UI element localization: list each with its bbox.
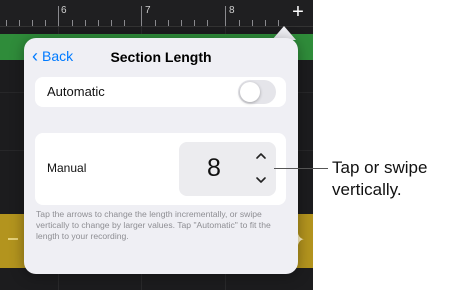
popover-title: Section Length	[110, 49, 212, 65]
automatic-row: Automatic	[35, 77, 286, 107]
ruler-tick	[252, 20, 253, 26]
length-value[interactable]: 8	[207, 154, 221, 183]
section-length-popover: ‹ Back Section Length Automatic Manual 8…	[24, 38, 298, 274]
ruler-number: 7	[145, 5, 151, 16]
ruler-tick	[141, 6, 142, 26]
help-text: Tap the arrows to change the length incr…	[36, 209, 271, 241]
popover-nav-bar: ‹ Back Section Length	[24, 38, 298, 76]
ruler-tick	[194, 20, 195, 26]
ruler-tick	[58, 6, 59, 26]
region-marker	[8, 238, 18, 240]
chevron-down-icon[interactable]	[254, 173, 268, 187]
manual-label: Manual	[47, 161, 87, 175]
callout-line	[274, 168, 328, 169]
length-stepper[interactable]: 8	[179, 142, 276, 196]
ruler-tick	[111, 20, 112, 26]
ruler-tick	[45, 20, 46, 26]
ruler-tick	[181, 20, 182, 26]
automatic-toggle[interactable]	[238, 80, 276, 104]
chevron-up-icon[interactable]	[254, 149, 268, 163]
manual-row: Manual 8	[35, 133, 286, 205]
ruler-tick	[265, 20, 266, 26]
toggle-knob	[240, 82, 260, 102]
callout-text: Tap or swipe vertically.	[332, 157, 427, 201]
timeline-ruler[interactable]: 6 7 8 +	[0, 0, 313, 27]
ruler-tick	[207, 20, 208, 26]
ruler-tick	[168, 20, 169, 26]
ruler-tick	[72, 20, 73, 26]
add-section-button[interactable]: +	[289, 2, 307, 22]
ruler-number: 6	[61, 5, 67, 16]
ruler-tick	[32, 20, 33, 26]
ruler-tick	[19, 20, 20, 26]
ruler-tick	[225, 6, 226, 26]
ruler-tick	[124, 20, 125, 26]
ruler-number: 8	[229, 5, 235, 16]
callout-line-1: Tap or swipe	[332, 158, 428, 177]
ruler-tick	[98, 20, 99, 26]
callout-line-2: vertically.	[332, 180, 402, 199]
ruler-tick	[6, 20, 7, 26]
ruler-tick	[85, 20, 86, 26]
ruler-tick	[239, 20, 240, 26]
automatic-label: Automatic	[47, 84, 105, 99]
ruler-tick	[155, 20, 156, 26]
